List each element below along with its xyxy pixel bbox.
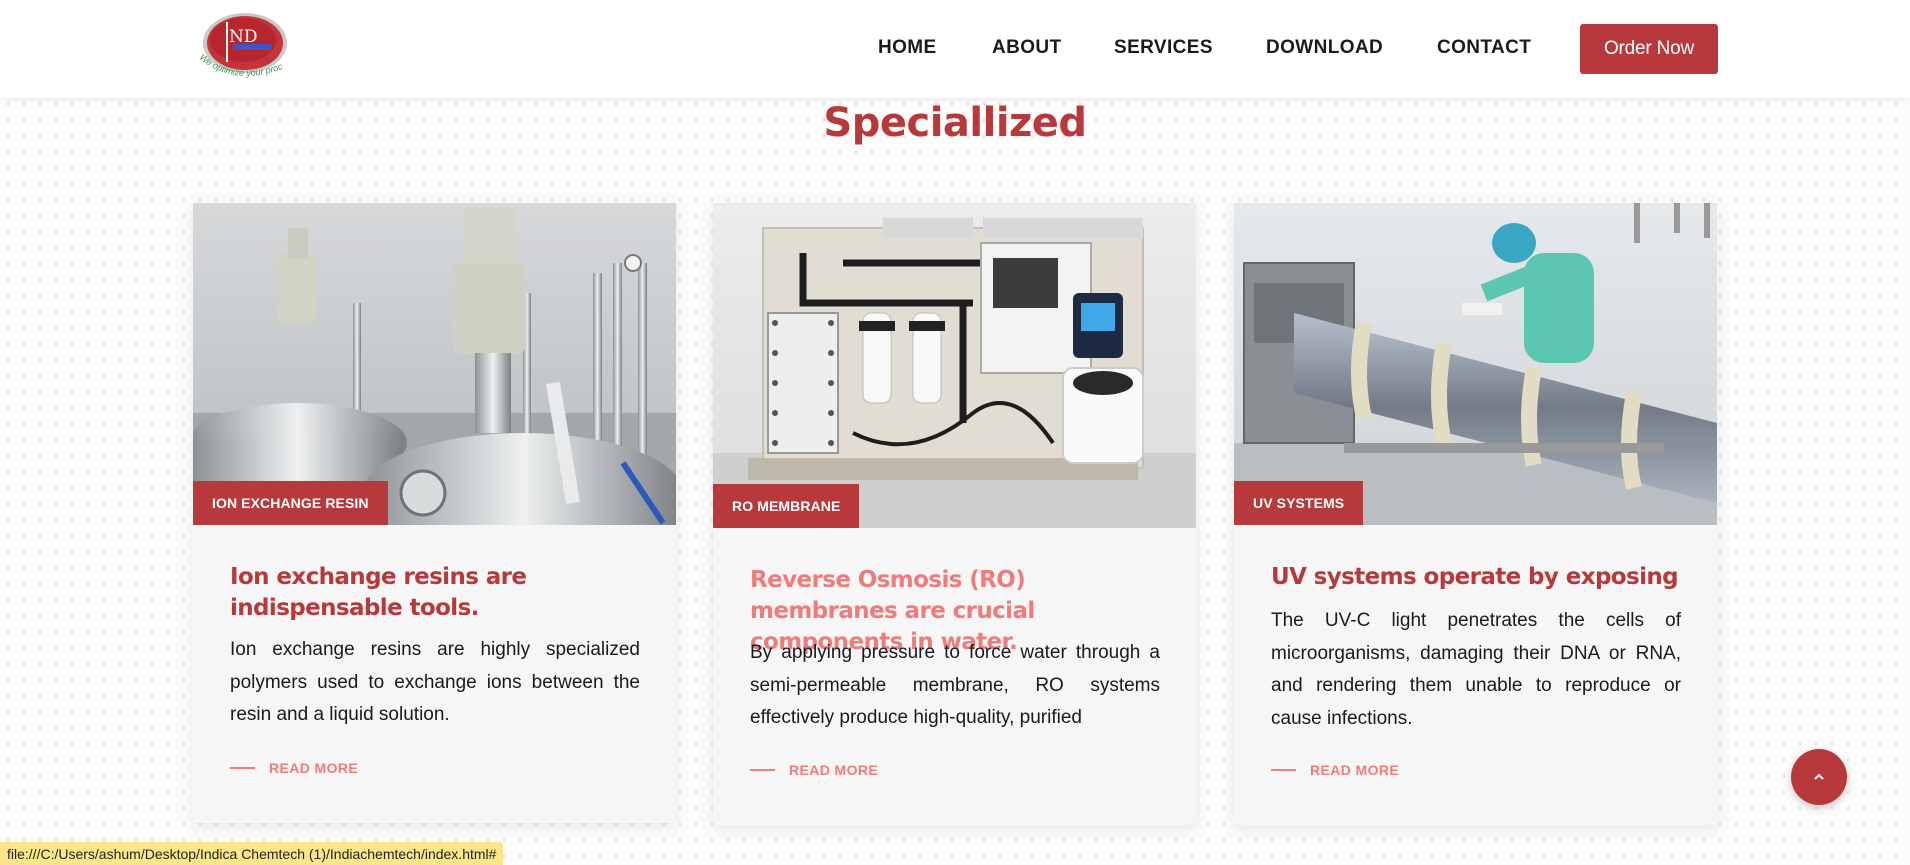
order-now-button[interactable]: Order Now bbox=[1580, 24, 1718, 74]
logo-icon: ND We optimize your process bbox=[190, 2, 287, 78]
read-more-label: READ MORE bbox=[1310, 762, 1400, 778]
read-more-link[interactable]: READ MORE bbox=[750, 762, 878, 778]
service-card-ion-exchange: ION EXCHANGE RESIN Ion exchange resins a… bbox=[193, 203, 676, 823]
section-title: Speciallized bbox=[823, 100, 1087, 146]
dash-icon bbox=[750, 769, 775, 771]
card-title: UV systems operate by exposing bbox=[1271, 564, 1679, 590]
dash-icon bbox=[1271, 769, 1296, 771]
nav-contact[interactable]: CONTACT bbox=[1437, 37, 1531, 59]
category-tag[interactable]: ION EXCHANGE RESIN bbox=[193, 481, 388, 525]
service-card-ro-membrane: RO MEMBRANE Reverse Osmosis (RO) membran… bbox=[713, 203, 1196, 825]
nav-home[interactable]: HOME bbox=[878, 37, 937, 59]
site-header: ND We optimize your process HOME ABOUT S… bbox=[0, 0, 1910, 98]
stainless-steel-reactor-icon bbox=[193, 203, 676, 525]
browser-status-url: file:///C:/Users/ashum/Desktop/Indica Ch… bbox=[0, 842, 504, 865]
read-more-link[interactable]: READ MORE bbox=[230, 760, 358, 776]
scroll-to-top-button[interactable] bbox=[1791, 749, 1847, 805]
category-tag[interactable]: UV SYSTEMS bbox=[1234, 481, 1364, 525]
card-description: By applying pressure to force water thro… bbox=[750, 642, 1160, 728]
nav-download[interactable]: DOWNLOAD bbox=[1266, 37, 1383, 59]
chevron-up-icon bbox=[1814, 773, 1824, 780]
site-logo[interactable]: ND We optimize your process bbox=[190, 2, 293, 88]
uv-tunnel-lab-icon bbox=[1234, 203, 1717, 525]
card-description: The UV-C light penetrates the cells of m… bbox=[1271, 610, 1681, 729]
svg-text:ND: ND bbox=[229, 27, 258, 47]
card-image bbox=[193, 203, 676, 525]
category-tag[interactable]: RO MEMBRANE bbox=[713, 484, 860, 528]
card-title: Ion exchange resins are indispensable to… bbox=[230, 564, 527, 621]
read-more-label: READ MORE bbox=[789, 762, 879, 778]
nav-services[interactable]: SERVICES bbox=[1114, 37, 1213, 59]
card-image bbox=[713, 203, 1196, 528]
read-more-link[interactable]: READ MORE bbox=[1271, 762, 1399, 778]
ro-filtration-unit-icon bbox=[713, 203, 1196, 528]
service-card-uv-systems: UV SYSTEMS UV systems operate by exposin… bbox=[1234, 203, 1717, 825]
nav-about[interactable]: ABOUT bbox=[992, 37, 1062, 59]
read-more-label: READ MORE bbox=[269, 760, 359, 776]
dash-icon bbox=[230, 767, 255, 769]
card-description: Ion exchange resins are highly specializ… bbox=[230, 639, 640, 725]
card-image bbox=[1234, 203, 1717, 525]
